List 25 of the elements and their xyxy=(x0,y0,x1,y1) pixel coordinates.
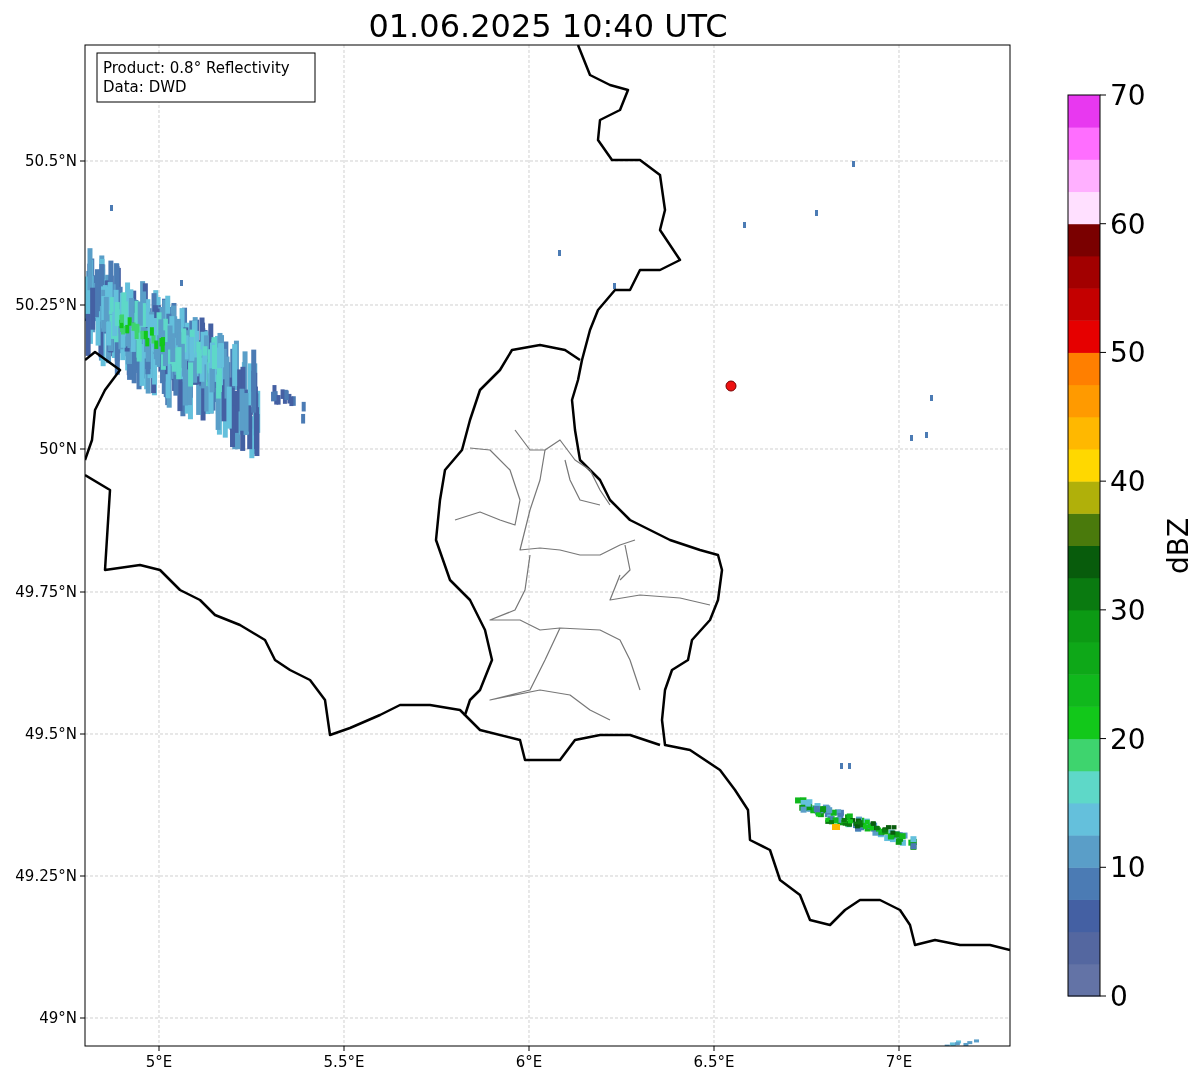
latitude-label: 50°N xyxy=(39,440,77,458)
colorbar-tick-label: 70 xyxy=(1110,79,1146,112)
latitude-label: 50.25°N xyxy=(15,296,77,314)
latitude-label: 49.25°N xyxy=(15,867,77,885)
radar-site-marker xyxy=(725,380,737,392)
longitude-label: 7°E xyxy=(885,1053,913,1071)
colorbar-tick-label: 30 xyxy=(1110,593,1146,627)
latitude-label: 49.75°N xyxy=(15,583,77,601)
colorbar-tick-label: 10 xyxy=(1110,851,1146,885)
longitude-label: 6°E xyxy=(515,1053,543,1071)
longitude-label: 5°E xyxy=(145,1053,173,1071)
longitude-label: 6.5°E xyxy=(693,1053,735,1071)
colorbar-tick-label: 20 xyxy=(1110,722,1146,756)
chart-title: 01.06.2025 10:40 UTC xyxy=(368,7,728,45)
colorbar-tick-label: 40 xyxy=(1110,465,1146,499)
latitude-label: 50.5°N xyxy=(24,152,77,170)
info-text: Product: 0.8° Reflectivity xyxy=(103,59,290,77)
colorbar-label: dBZ xyxy=(1162,517,1195,575)
colorbar-tick-label: 0 xyxy=(1110,980,1128,1013)
longitude-label: 5.5°E xyxy=(323,1053,365,1071)
latitude-label: 49.5°N xyxy=(24,725,77,743)
info-text: Data: DWD xyxy=(103,78,187,96)
colorbar-tick-label: 60 xyxy=(1110,207,1146,241)
colorbar-tick-label: 50 xyxy=(1110,336,1146,370)
latitude-label: 49°N xyxy=(39,1009,77,1027)
